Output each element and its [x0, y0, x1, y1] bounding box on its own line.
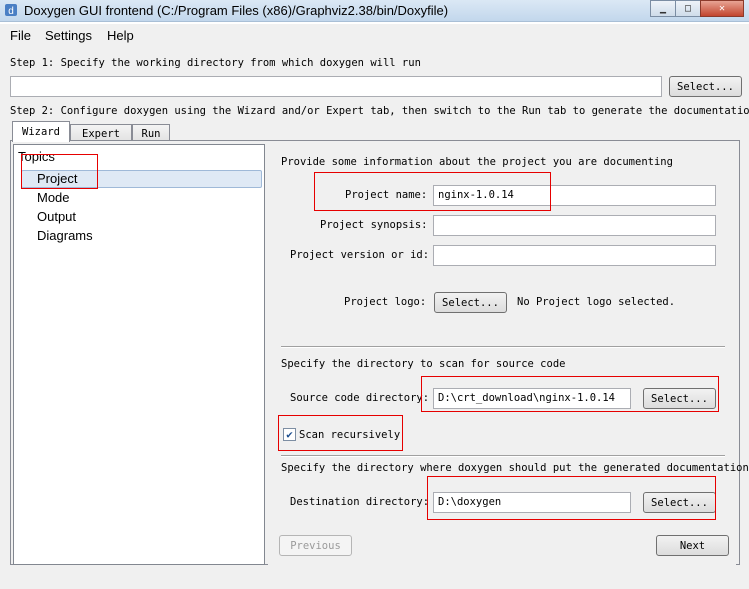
highlight-box-scan-recursively	[278, 415, 403, 451]
destination-dir-label: Destination directory:	[290, 496, 430, 508]
highlight-box-destination-dir	[427, 476, 716, 520]
highlight-box-project-name	[314, 172, 551, 211]
next-button[interactable]: Next	[656, 535, 729, 556]
topic-item-output[interactable]: Output	[37, 209, 76, 224]
project-logo-status: No Project logo selected.	[517, 296, 676, 308]
project-logo-label: Project logo:	[344, 296, 427, 308]
project-intro-text: Provide some information about the proje…	[281, 156, 673, 168]
previous-button[interactable]: Previous	[279, 535, 352, 556]
project-version-label: Project version or id:	[290, 249, 430, 261]
highlight-box-source-dir	[421, 376, 719, 412]
project-synopsis-label: Project synopsis:	[320, 219, 428, 231]
working-directory-select-button[interactable]: Select...	[669, 76, 742, 97]
project-logo-select-button[interactable]: Select...	[434, 292, 507, 313]
section-divider	[281, 346, 725, 348]
svg-text:d: d	[8, 6, 14, 17]
minimize-button[interactable]: ▁	[650, 0, 676, 17]
window-title: Doxygen GUI frontend (C:/Program Files (…	[24, 3, 449, 18]
source-intro-text: Specify the directory to scan for source…	[281, 358, 566, 370]
step2-label: Step 2: Configure doxygen using the Wiza…	[10, 105, 749, 117]
topic-item-mode[interactable]: Mode	[37, 190, 70, 205]
tab-wizard[interactable]: Wizard	[12, 121, 70, 142]
topic-item-diagrams[interactable]: Diagrams	[37, 228, 93, 243]
project-synopsis-input[interactable]	[433, 215, 716, 236]
topics-tree-panel	[13, 144, 265, 565]
working-directory-input[interactable]	[10, 76, 662, 97]
menu-help[interactable]: Help	[107, 28, 134, 43]
menu-settings[interactable]: Settings	[45, 28, 92, 43]
highlight-box-topics	[21, 154, 98, 189]
doxygen-app-icon: d	[5, 4, 17, 17]
step1-label: Step 1: Specify the working directory fr…	[10, 57, 421, 69]
menu-file[interactable]: File	[10, 28, 31, 43]
destination-intro-text: Specify the directory where doxygen shou…	[281, 462, 749, 474]
project-version-input[interactable]	[433, 245, 716, 266]
maximize-button[interactable]: □	[675, 0, 701, 17]
window-controls: ▁ □ ✕	[650, 0, 744, 17]
section-divider	[281, 455, 725, 457]
close-button[interactable]: ✕	[700, 0, 744, 17]
source-dir-label: Source code directory:	[290, 392, 430, 404]
